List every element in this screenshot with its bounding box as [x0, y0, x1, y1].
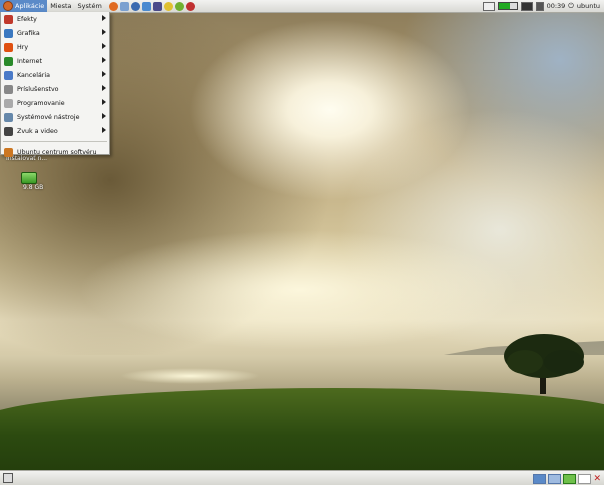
trash-icon[interactable] [563, 474, 577, 484]
internet-icon [4, 56, 13, 66]
show-desktop-icon[interactable] [3, 473, 13, 483]
menu-applications[interactable]: Aplikácie [0, 0, 48, 12]
user-name[interactable]: ubuntu [577, 2, 600, 10]
menu-item-accessories[interactable]: Príslušenstvo [1, 82, 109, 96]
submenu-arrow-icon [102, 43, 106, 49]
firefox-icon[interactable] [108, 1, 118, 11]
tomato-icon[interactable] [185, 1, 195, 11]
apple-icon[interactable] [174, 1, 184, 11]
submenu-arrow-icon [102, 113, 106, 119]
chat-icon[interactable] [141, 1, 151, 11]
menu-item-label: Efekty [17, 15, 37, 23]
menu-item-programming[interactable]: Programovanie [1, 96, 109, 110]
menu-item-sound-video[interactable]: Zvuk a video [1, 124, 109, 138]
graphics-icon [4, 28, 13, 38]
disk-drive-icon[interactable] [21, 172, 37, 184]
menu-item-label: Systémové nástroje [17, 113, 80, 121]
submenu-arrow-icon [102, 71, 106, 77]
games-icon [4, 42, 13, 52]
sun-reflection [120, 368, 260, 384]
menu-item-graphics[interactable]: Grafika [1, 26, 109, 40]
power-icon[interactable]: ⏻ [568, 2, 574, 11]
menu-system[interactable]: Systém [75, 0, 105, 12]
menu-item-software-center[interactable]: Ubuntu centrum softvéru [1, 145, 109, 159]
office-icon [4, 70, 13, 80]
clock[interactable]: 00:39 [547, 2, 566, 10]
submenu-arrow-icon [102, 15, 106, 21]
menu-item-office[interactable]: Kancelária [1, 68, 109, 82]
sound-video-icon [4, 126, 13, 136]
menu-item-system-tools[interactable]: Systémové nástroje [1, 110, 109, 124]
menu-item-label: Grafika [17, 29, 40, 37]
workspace-2[interactable] [548, 474, 562, 484]
software-center-icon [4, 147, 13, 157]
ubuntu-logo-icon [3, 1, 13, 11]
tree-image [504, 334, 584, 394]
menu-item-label: Programovanie [17, 99, 65, 107]
menu-item-label: Hry [17, 43, 29, 51]
menu-item-effects[interactable]: Efekty [1, 12, 109, 26]
network-status-icon[interactable] [520, 1, 533, 11]
disk-label[interactable]: 9.8 GB [23, 184, 43, 191]
menu-item-label: Príslušenstvo [17, 85, 59, 93]
submenu-arrow-icon [102, 29, 106, 35]
green-hill [0, 388, 604, 470]
smiley-icon[interactable] [163, 1, 173, 11]
accessories-icon [4, 84, 13, 94]
submenu-arrow-icon [102, 85, 106, 91]
launcher-bar [108, 1, 195, 11]
menu-places[interactable]: Miesta [47, 0, 74, 12]
submenu-arrow-icon [102, 99, 106, 105]
display-icon[interactable] [482, 1, 495, 11]
battery-indicator-icon[interactable] [497, 2, 518, 10]
effects-icon [4, 14, 13, 24]
menu-item-label: Internet [17, 57, 43, 65]
submenu-arrow-icon [102, 127, 106, 133]
close-icon[interactable]: ✕ [593, 474, 601, 484]
panel-extra-icon[interactable] [578, 474, 592, 484]
bottom-panel: ✕ [0, 470, 604, 485]
menu-item-games[interactable]: Hry [1, 40, 109, 54]
volume-icon[interactable] [535, 1, 544, 11]
network-icon[interactable] [130, 1, 140, 11]
menu-item-internet[interactable]: Internet [1, 54, 109, 68]
workspace-switcher: ✕ [533, 474, 601, 484]
system-tools-icon [4, 112, 13, 122]
menu-item-label: Zvuk a video [17, 127, 58, 135]
system-tray: 00:39 ⏻ ubuntu [482, 0, 604, 12]
email-icon[interactable] [119, 1, 129, 11]
menu-item-label: Kancelária [17, 71, 51, 79]
programming-icon [4, 98, 13, 108]
workspace-1[interactable] [533, 474, 547, 484]
terminal-icon[interactable] [152, 1, 162, 11]
menu-separator [3, 141, 107, 142]
applications-menu: Efekty Grafika Hry Internet Kancelária Príslu… [0, 12, 110, 157]
submenu-arrow-icon [102, 57, 106, 63]
